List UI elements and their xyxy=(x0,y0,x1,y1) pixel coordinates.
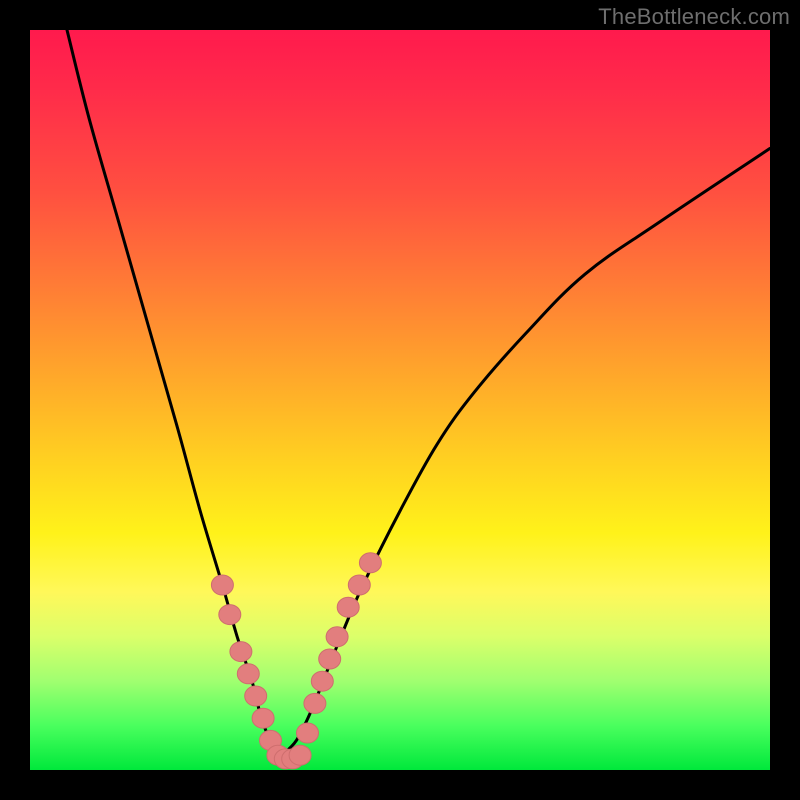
watermark-text: TheBottleneck.com xyxy=(598,4,790,30)
data-marker xyxy=(245,686,267,706)
chart-plot-area xyxy=(30,30,770,770)
data-marker xyxy=(337,597,359,617)
chart-svg xyxy=(30,30,770,770)
data-marker xyxy=(326,627,348,647)
chart-frame: TheBottleneck.com xyxy=(0,0,800,800)
data-marker xyxy=(319,649,341,669)
data-marker xyxy=(359,553,381,573)
data-marker xyxy=(348,575,370,595)
data-markers xyxy=(211,553,381,769)
data-marker xyxy=(304,693,326,713)
data-marker xyxy=(219,605,241,625)
curve-right xyxy=(282,148,770,755)
data-marker xyxy=(230,642,252,662)
data-marker xyxy=(289,745,311,765)
data-marker xyxy=(252,708,274,728)
data-marker xyxy=(237,664,259,684)
data-marker xyxy=(297,723,319,743)
data-marker xyxy=(311,671,333,691)
data-marker xyxy=(211,575,233,595)
